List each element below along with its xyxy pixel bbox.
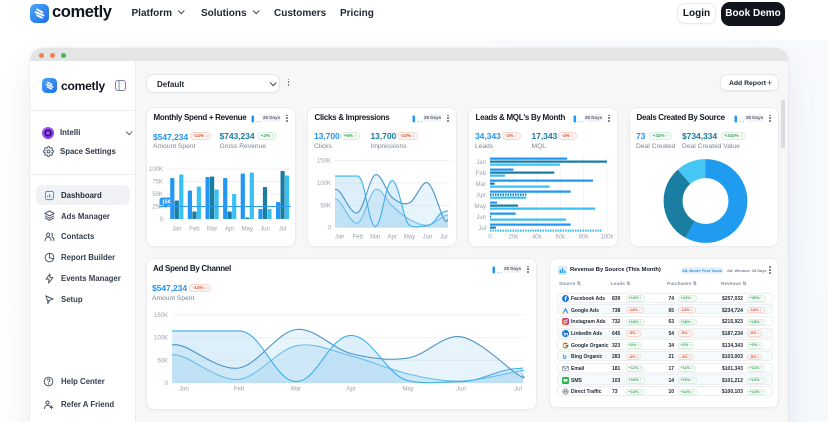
svg-text:Apr: Apr bbox=[225, 227, 234, 233]
svg-text:50K: 50K bbox=[152, 192, 163, 198]
svg-text:Mar: Mar bbox=[291, 387, 301, 393]
svg-text:75K: 75K bbox=[152, 180, 163, 186]
svg-text:Jun: Jun bbox=[423, 235, 433, 241]
svg-text:Jun: Jun bbox=[476, 215, 486, 221]
svg-text:Jul: Jul bbox=[514, 387, 522, 393]
svg-text:Jul: Jul bbox=[279, 227, 287, 233]
svg-text:Mar: Mar bbox=[370, 235, 380, 241]
svg-text:100K: 100K bbox=[154, 336, 168, 342]
svg-text:100K: 100K bbox=[317, 181, 331, 187]
svg-text:50K: 50K bbox=[320, 204, 331, 210]
svg-text:Feb: Feb bbox=[189, 227, 200, 233]
svg-text:Feb: Feb bbox=[353, 235, 364, 241]
svg-text:100k: 100k bbox=[600, 235, 614, 241]
svg-text:0: 0 bbox=[488, 235, 492, 241]
svg-text:Apr: Apr bbox=[477, 193, 486, 199]
svg-text:80k: 80k bbox=[579, 235, 590, 241]
svg-text:May: May bbox=[402, 387, 413, 393]
svg-text:50K: 50K bbox=[157, 358, 168, 364]
svg-text:Feb: Feb bbox=[476, 171, 487, 177]
svg-text:May: May bbox=[242, 227, 253, 233]
svg-text:0: 0 bbox=[160, 217, 164, 223]
svg-text:Apr: Apr bbox=[346, 387, 355, 393]
svg-text:b: b bbox=[563, 354, 567, 360]
svg-text:Jan: Jan bbox=[179, 387, 189, 393]
svg-text:Jan: Jan bbox=[335, 235, 345, 241]
svg-text:Jan: Jan bbox=[476, 160, 486, 166]
svg-text:150K: 150K bbox=[317, 159, 331, 165]
svg-text:Jun: Jun bbox=[456, 387, 466, 393]
svg-text:100K: 100K bbox=[149, 167, 163, 173]
svg-text:Feb: Feb bbox=[234, 387, 245, 393]
svg-text:Mar: Mar bbox=[476, 182, 486, 188]
svg-text:May: May bbox=[404, 235, 415, 241]
svg-text:150K: 150K bbox=[154, 313, 168, 319]
svg-text:Jul: Jul bbox=[440, 235, 448, 241]
svg-text:0: 0 bbox=[328, 226, 332, 232]
svg-text:May: May bbox=[475, 204, 486, 210]
svg-text:Jun: Jun bbox=[260, 227, 270, 233]
svg-text:Jan: Jan bbox=[172, 227, 182, 233]
svg-text:0: 0 bbox=[165, 381, 169, 387]
svg-text:40k: 40k bbox=[532, 235, 543, 241]
svg-text:20k: 20k bbox=[509, 235, 520, 241]
svg-text:60k: 60k bbox=[555, 235, 566, 241]
svg-text:Mar: Mar bbox=[207, 227, 217, 233]
svg-text:Apr: Apr bbox=[388, 235, 397, 241]
svg-text:15K: 15K bbox=[162, 200, 172, 206]
svg-text:Jul: Jul bbox=[478, 226, 486, 232]
